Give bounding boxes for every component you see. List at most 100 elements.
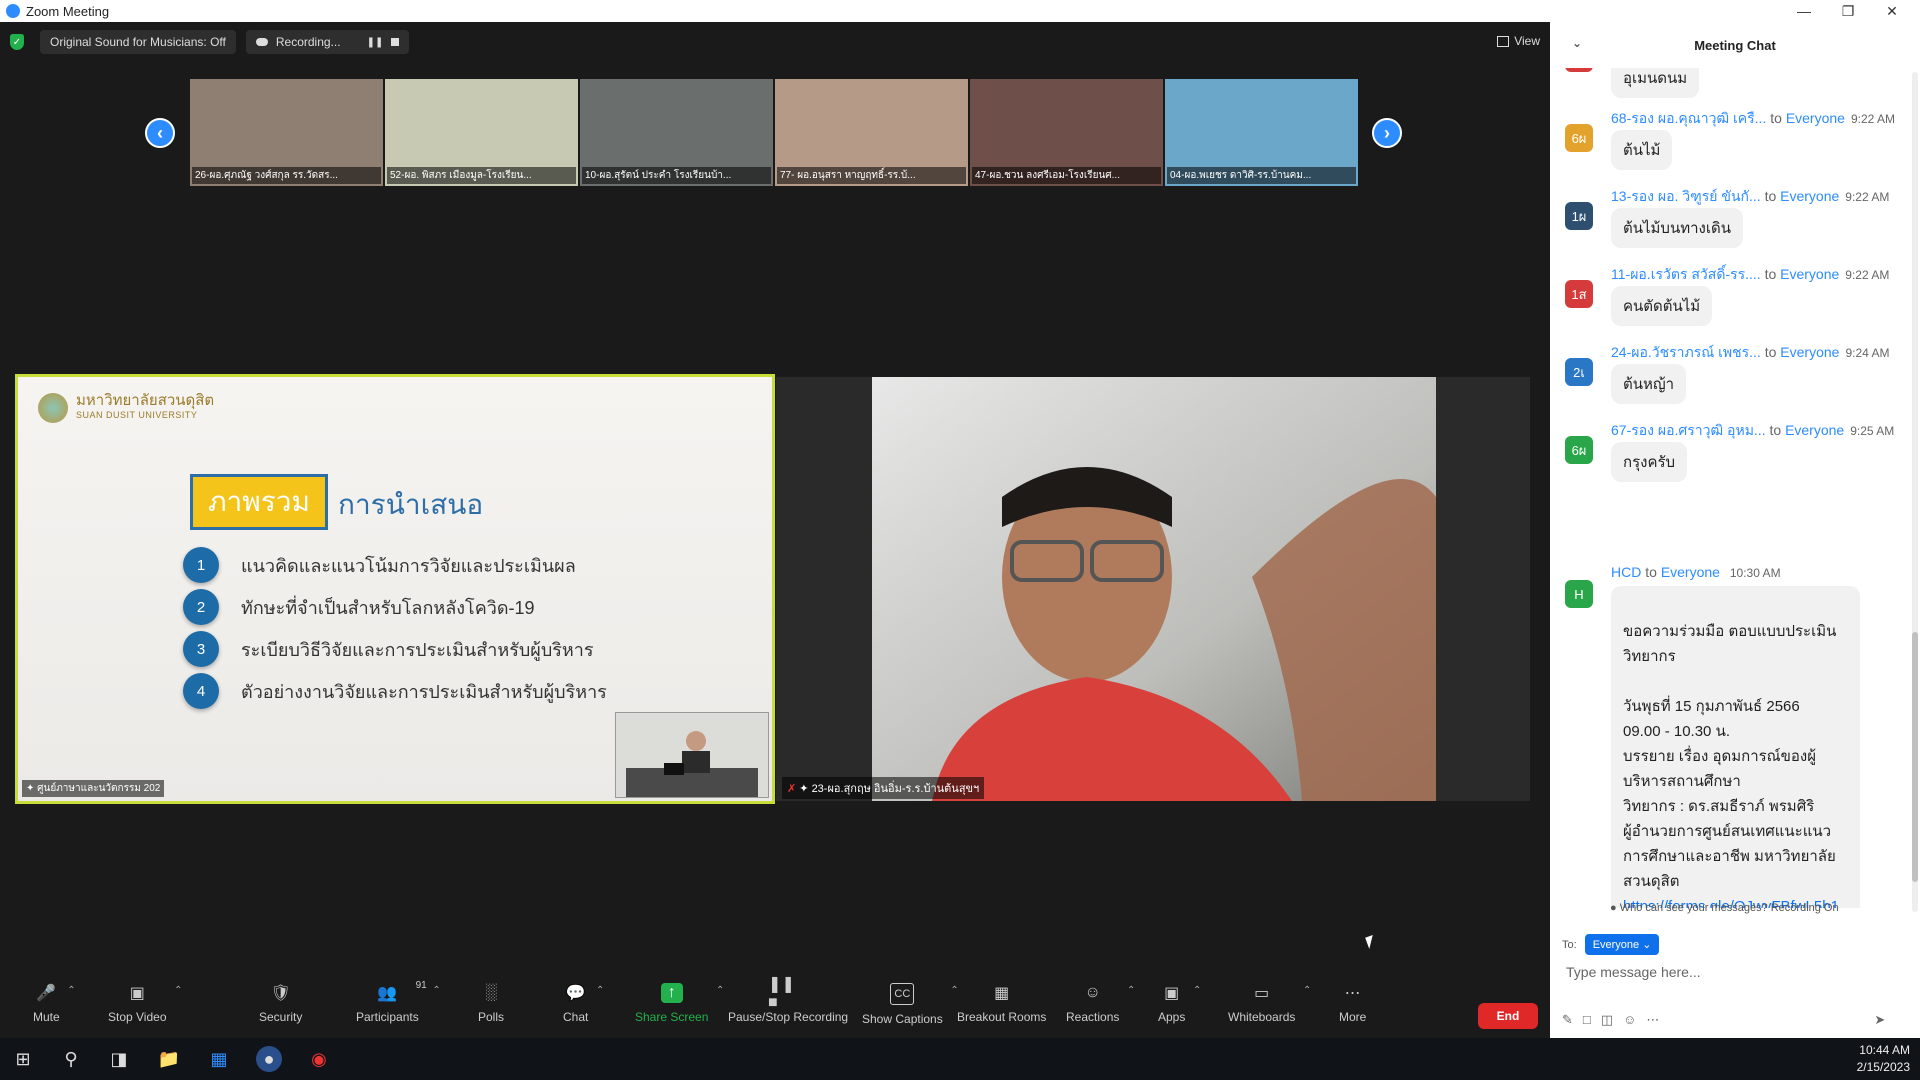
- grid-view-icon: [1497, 35, 1510, 47]
- task-view-icon[interactable]: ◨: [106, 1046, 132, 1072]
- search-icon[interactable]: ⚲: [58, 1046, 84, 1072]
- more-button[interactable]: ⋯ More: [1339, 983, 1366, 1024]
- pause-stop-icon: ❚❚ ■: [768, 976, 795, 1011]
- gallery-next-button[interactable]: ›: [1372, 118, 1402, 148]
- active-speaker-video[interactable]: ✗ ✦ 23-ผอ.สุกฤษ อินอิ่ม-ร.ร.บ้านต้นสุขฯ: [776, 377, 1530, 801]
- reactions-button[interactable]: ☺ Reactions ⌃: [1066, 983, 1135, 1024]
- university-name-th: มหาวิทยาลัยสวนดุสิต: [76, 392, 215, 409]
- chevron-up-icon[interactable]: ⌃: [1303, 985, 1311, 996]
- restore-icon[interactable]: ❐: [1826, 0, 1870, 22]
- windows-start-icon[interactable]: ⊞: [10, 1046, 36, 1072]
- end-meeting-button[interactable]: End: [1478, 1003, 1538, 1029]
- apps-button[interactable]: ▣ Apps ⌃: [1158, 983, 1201, 1024]
- polls-button[interactable]: ░ Polls: [478, 983, 504, 1024]
- chevron-up-icon[interactable]: ⌃: [174, 985, 182, 996]
- chevron-up-icon[interactable]: ⌃: [432, 985, 440, 996]
- stop-recording-icon[interactable]: [391, 38, 400, 46]
- chevron-up-icon[interactable]: ⌃: [596, 985, 604, 996]
- message-sender[interactable]: 11-ผอ.เรวัตร สวัสดิ์-รร....: [1611, 266, 1761, 282]
- show-captions-button[interactable]: CC Show Captions ⌃: [862, 983, 959, 1026]
- view-button[interactable]: View: [1497, 34, 1540, 48]
- pin-icon: ✦: [799, 783, 812, 795]
- participant-name: 26-ผอ.ศุภณัฐ วงศ์สกุล รร.วัดสร...: [192, 167, 381, 184]
- security-button[interactable]: 🛡 Security: [259, 983, 302, 1024]
- message-sender[interactable]: 13-รอง ผอ. วิฑูรย์ ขันกั...: [1611, 188, 1761, 204]
- message-text: ขอความร่วมมือ ตอบแบบประเมินวิทยากร วันพุ…: [1623, 623, 1837, 890]
- send-icon[interactable]: ➤: [1874, 1012, 1885, 1028]
- presenter-pip-video[interactable]: [615, 712, 769, 798]
- university-seal-icon: [38, 393, 68, 423]
- message-target: Everyone: [1785, 422, 1845, 438]
- slide-agenda-item: 1 แนวคิดและแนวโน้มการวิจัยและประเมินผล: [183, 547, 576, 583]
- chat-message-input[interactable]: Type message here...: [1566, 964, 1906, 980]
- chat-privacy-notice[interactable]: ● Who can see your messages? Recording O…: [1610, 902, 1839, 914]
- message-target: Everyone: [1785, 110, 1845, 126]
- gallery-tile[interactable]: 77- ผอ.อนุสรา หาญฤทธิ์-รร.บ้...: [775, 79, 968, 186]
- clock-date: 2/15/2023: [1856, 1060, 1910, 1074]
- message-time: 9:22 AM: [1850, 112, 1895, 126]
- agenda-number: 2: [183, 589, 219, 625]
- taskbar-clock[interactable]: 10:44 AM 2/15/2023: [1857, 1042, 1910, 1076]
- slide-title-highlight: ภาพรวม: [190, 474, 328, 530]
- stop-video-button[interactable]: ▣ Stop Video ⌃: [108, 983, 183, 1024]
- mute-button[interactable]: 🎤 Mute ⌃: [33, 983, 76, 1024]
- gallery-tile[interactable]: 04-ผอ.พเยชร ดาวิศิ-รร.บ้านคม...: [1165, 79, 1358, 186]
- slide-agenda-item: 4 ตัวอย่างงานวิจัยและการประเมินสำหรับผู้บ…: [183, 673, 607, 709]
- more-dots-icon[interactable]: ⋯: [1646, 1012, 1659, 1028]
- gallery-tile[interactable]: 52-ผอ. พิสภร เมืองมูล-โรงเรียน...: [385, 79, 578, 186]
- file-attach-icon[interactable]: ◫: [1601, 1012, 1613, 1028]
- minimize-icon[interactable]: —: [1782, 0, 1826, 22]
- file-explorer-icon[interactable]: 📁: [156, 1046, 182, 1072]
- chevron-down-icon[interactable]: ⌄: [1572, 36, 1582, 50]
- chevron-up-icon[interactable]: ⌃: [716, 985, 724, 996]
- security-shield-icon: 🛡: [270, 985, 291, 1002]
- avatar: 1ส: [1565, 280, 1593, 308]
- share-screen-button[interactable]: ↑ Share Screen ⌃: [635, 983, 724, 1024]
- clock-time: 10:44 AM: [1859, 1043, 1910, 1057]
- message-time: 9:22 AM: [1845, 190, 1890, 204]
- whiteboards-button[interactable]: ▭ Whiteboards ⌃: [1228, 983, 1311, 1024]
- gallery-prev-button[interactable]: ‹: [145, 118, 175, 148]
- scrollbar-thumb[interactable]: [1912, 632, 1918, 882]
- original-sound-indicator[interactable]: Original Sound for Musicians: Off: [40, 30, 236, 54]
- gallery-tile[interactable]: 10-ผอ.สุรัตน์ ประคำ โรงเรียนบ้า...: [580, 79, 773, 186]
- chevron-up-icon[interactable]: ⌃: [1127, 985, 1135, 996]
- zoom-app-icon[interactable]: ●: [256, 1046, 282, 1072]
- chevron-up-icon[interactable]: ⌃: [67, 985, 75, 996]
- message-sender[interactable]: 24-ผอ.วัชราภรณ์ เพชร...: [1611, 344, 1761, 360]
- screenshot-icon[interactable]: □: [1583, 1012, 1591, 1028]
- record-app-icon[interactable]: ◉: [306, 1046, 332, 1072]
- chat-message-list[interactable]: อุเมนดนม 6ผ 68-รอง ผอ.คุณาวุฒิ เครื... to…: [1550, 68, 1910, 908]
- message-time: 9:25 AM: [1850, 424, 1895, 438]
- breakout-rooms-button[interactable]: ▦ Breakout Rooms: [957, 983, 1046, 1024]
- meeting-area: ✓ Original Sound for Musicians: Off Reco…: [0, 22, 1550, 989]
- message-sender[interactable]: 67-รอง ผอ.ศราวุฒิ อุหม...: [1611, 422, 1766, 438]
- slide-agenda-item: 3 ระเบียบวิธีวิจัยและการประเมินสำหรับผู้บ…: [183, 631, 594, 667]
- message-meta: 68-รอง ผอ.คุณาวุฒิ เครื... to Everyone 9:…: [1611, 110, 1895, 126]
- participant-name: 10-ผอ.สุรัตน์ ประคำ โรงเรียนบ้า...: [582, 167, 771, 184]
- gallery-tile[interactable]: 26-ผอ.ศุภณัฐ วงศ์สกุล รร.วัดสร...: [190, 79, 383, 186]
- message-sender[interactable]: HCD: [1611, 564, 1641, 580]
- chat-button[interactable]: 💬 Chat ⌃: [563, 983, 604, 1024]
- tiles-app-icon[interactable]: ▦: [206, 1046, 232, 1072]
- message-target: Everyone: [1780, 188, 1840, 204]
- message-sender[interactable]: 68-รอง ผอ.คุณาวุฒิ เครื...: [1611, 110, 1766, 126]
- avatar: 6ผ: [1565, 124, 1593, 152]
- chat-scrollbar[interactable]: [1912, 72, 1918, 912]
- slide-agenda-item: 2 ทักษะที่จำเป็นสำหรับโลกหลังโควิด-19: [183, 589, 535, 625]
- format-text-icon[interactable]: ✎: [1562, 1012, 1573, 1028]
- emoji-icon[interactable]: ☺: [1623, 1012, 1636, 1028]
- encryption-shield-icon[interactable]: ✓: [10, 34, 24, 50]
- message-meta: 11-ผอ.เรวัตร สวัสดิ์-รร.... to Everyone 9…: [1611, 266, 1890, 282]
- pause-stop-recording-button[interactable]: ❚❚ ■ Pause/Stop Recording: [728, 976, 848, 1024]
- participants-button[interactable]: 👥 Participants 91 ⌃: [356, 980, 441, 1024]
- pause-recording-icon[interactable]: ❚❚: [367, 37, 384, 48]
- gallery-strip: 26-ผอ.ศุภณัฐ วงศ์สกุล รร.วัดสร... 52-ผอ. …: [190, 79, 1358, 186]
- microphone-icon: 🎤: [36, 985, 57, 1002]
- chevron-up-icon[interactable]: ⌃: [1193, 985, 1201, 996]
- message-meta: 24-ผอ.วัชราภรณ์ เพชร... to Everyone 9:24 …: [1611, 344, 1890, 360]
- chat-recipient: To: Everyone ⌄: [1562, 934, 1660, 955]
- gallery-tile[interactable]: 47-ผอ.ชวน ลงศรีเอม-โรงเรียนศ...: [970, 79, 1163, 186]
- close-icon[interactable]: ✕: [1870, 0, 1914, 22]
- recipient-dropdown[interactable]: Everyone ⌄: [1584, 934, 1660, 955]
